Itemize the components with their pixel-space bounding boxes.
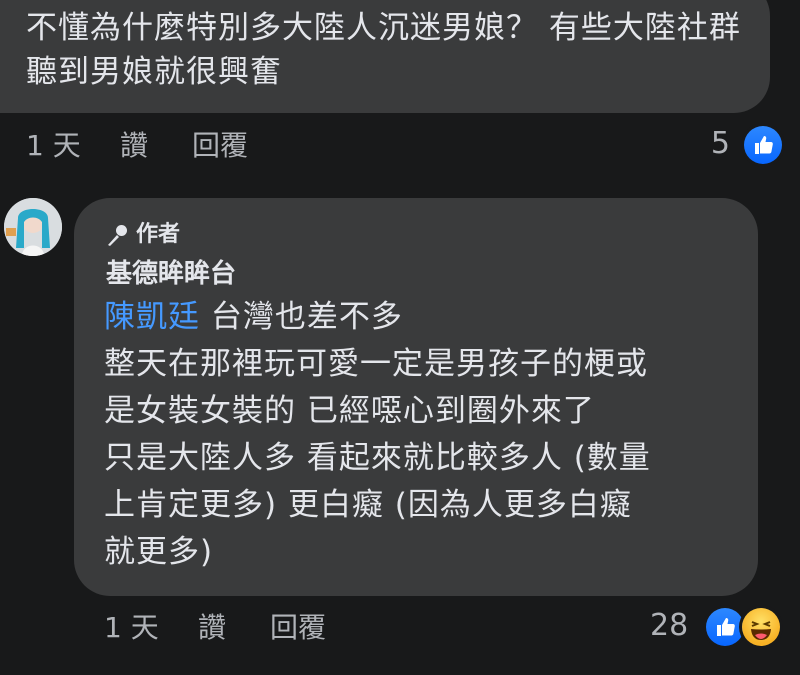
reply-button[interactable]: 回覆 [192, 126, 248, 166]
like-icon [706, 608, 744, 646]
avatar[interactable] [4, 198, 62, 256]
comment-text-line: 整天在那裡玩可愛一定是男孩子的梗或 [104, 346, 648, 382]
reaction-count: 5 [710, 126, 730, 161]
reply-button[interactable]: 回覆 [270, 608, 326, 648]
comment-text-line: 台灣也差不多 [200, 299, 403, 335]
haha-icon [742, 608, 780, 646]
comment-bubble: 作者 基德眸眸台 陳凱廷 台灣也差不多 整天在那裡玩可愛一定是男孩子的梗或 是女… [74, 198, 758, 596]
comment-timestamp[interactable]: 1 天 [104, 608, 159, 648]
comment-text-line: 就更多) [104, 534, 214, 570]
comment-author[interactable]: 基德眸眸台 [106, 256, 236, 292]
comment-text-line: 是女裝女裝的 已經噁心到圈外來了 [104, 393, 595, 429]
mention-link[interactable]: 陳凱廷 [104, 299, 200, 335]
reaction-summary[interactable]: 28 [650, 604, 790, 648]
comment-text: 不懂為什麼特別多大陸人沉迷男娘？ 有些大陸社群聽到男娘就很興奮 [26, 10, 741, 90]
microphone-icon [108, 225, 127, 246]
comment-timestamp[interactable]: 1 天 [26, 126, 81, 166]
author-badge-label: 作者 [136, 222, 181, 247]
like-button[interactable]: 讚 [198, 608, 226, 648]
like-icon [744, 126, 782, 164]
reaction-count: 28 [650, 608, 689, 643]
like-button[interactable]: 讚 [120, 126, 148, 166]
comment-text-line: 只是大陸人多 看起來就比較多人 (數量 [104, 440, 651, 476]
comment-text: 陳凱廷 台灣也差不多 整天在那裡玩可愛一定是男孩子的梗或 是女裝女裝的 已經噁心… [104, 294, 744, 576]
comment-text-line: 上肯定更多) 更白癡 (因為人更多白癡 [104, 487, 632, 523]
author-badge: 作者 [106, 220, 180, 250]
